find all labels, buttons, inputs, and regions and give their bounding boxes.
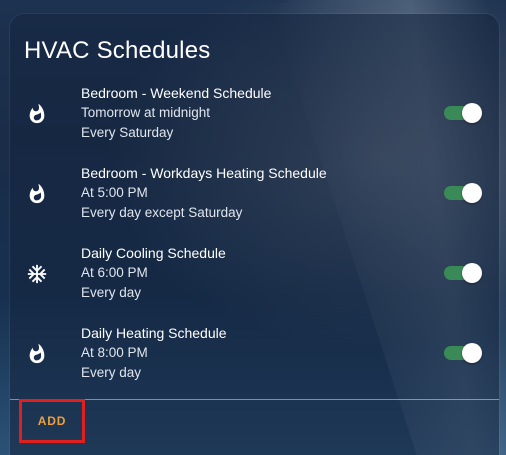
- toggle-knob: [462, 183, 482, 203]
- schedule-time: At 6:00 PM: [81, 265, 148, 280]
- schedule-time: At 8:00 PM: [81, 345, 148, 360]
- schedule-name: Bedroom - Workdays Heating Schedule: [81, 165, 327, 181]
- schedule-toggle[interactable]: [444, 263, 482, 283]
- flame-icon: [26, 103, 48, 125]
- schedule-repeat: Every day except Saturday: [81, 205, 243, 220]
- schedule-item[interactable]: Daily Heating Schedule At 8:00 PM Every …: [10, 323, 499, 385]
- schedule-repeat: Every Saturday: [81, 125, 174, 140]
- snowflake-icon: [26, 263, 48, 285]
- schedule-item[interactable]: Bedroom - Weekend Schedule Tomorrow at m…: [10, 83, 499, 145]
- card-title: HVAC Schedules: [24, 37, 211, 64]
- schedule-time: At 5:00 PM: [81, 185, 148, 200]
- schedule-item[interactable]: Daily Cooling Schedule At 6:00 PM Every …: [10, 243, 499, 305]
- schedule-toggle[interactable]: [444, 103, 482, 123]
- toggle-knob: [462, 263, 482, 283]
- add-schedule-button[interactable]: ADD: [19, 399, 85, 443]
- flame-icon: [26, 183, 48, 205]
- flame-icon: [26, 343, 48, 365]
- schedule-toggle[interactable]: [444, 343, 482, 363]
- schedule-item[interactable]: Bedroom - Workdays Heating Schedule At 5…: [10, 163, 499, 225]
- toggle-knob: [462, 343, 482, 363]
- schedule-toggle[interactable]: [444, 183, 482, 203]
- schedule-name: Daily Heating Schedule: [81, 325, 227, 341]
- toggle-knob: [462, 103, 482, 123]
- schedule-repeat: Every day: [81, 285, 142, 300]
- schedule-time: Tomorrow at midnight: [81, 105, 211, 120]
- hvac-schedules-card: HVAC Schedules Bedroom - Weekend Schedul…: [10, 14, 499, 455]
- add-button-label: ADD: [37, 414, 67, 428]
- schedule-name: Daily Cooling Schedule: [81, 245, 226, 261]
- schedule-repeat: Every day: [81, 365, 142, 380]
- schedule-name: Bedroom - Weekend Schedule: [81, 85, 272, 101]
